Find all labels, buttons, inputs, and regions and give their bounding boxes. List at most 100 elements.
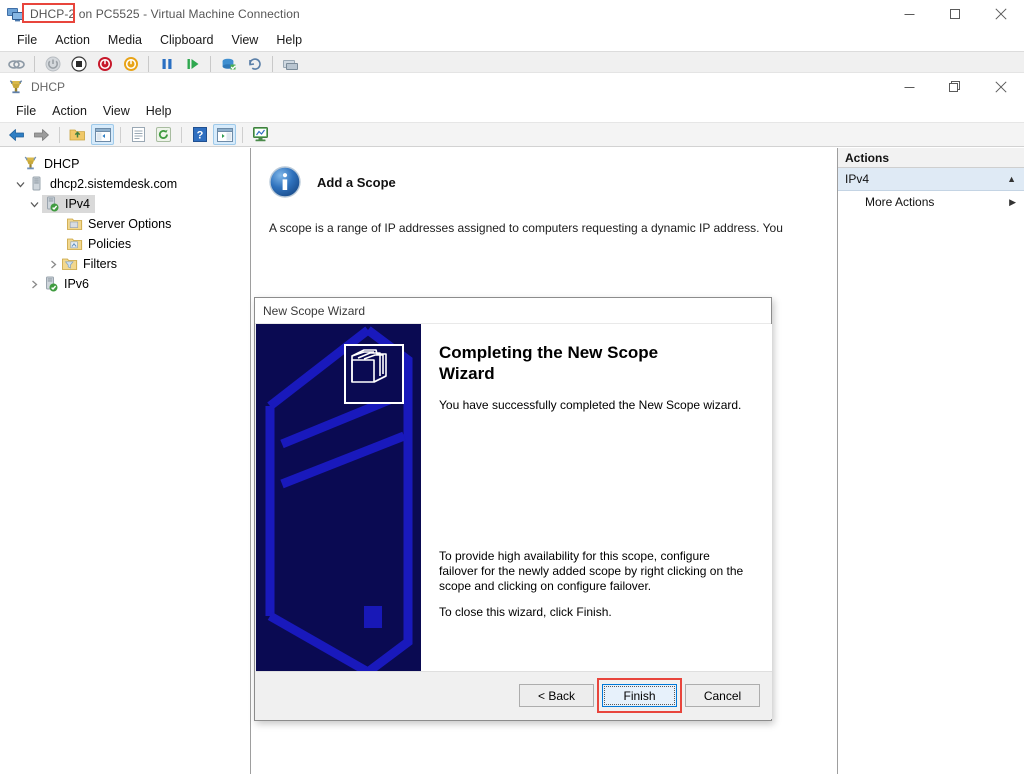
tree-expander-expanded[interactable] <box>26 196 42 212</box>
vm-menu-view[interactable]: View <box>222 31 267 49</box>
tree-item-ipv6[interactable]: IPv6 <box>0 274 250 294</box>
virtual-machine-connection-window: DHCP-2 on PC5525 - Virtual Machine Conne… <box>0 0 1024 774</box>
back-arrow-icon[interactable] <box>5 124 28 145</box>
wizard-paragraph-3: To close this wizard, click Finish. <box>439 605 612 619</box>
actions-group-ipv4[interactable]: IPv4 ▲ <box>838 168 1024 191</box>
scope-description: A scope is a range of IP addresses assig… <box>269 221 783 235</box>
show-hide-console-tree-icon[interactable] <box>91 124 114 145</box>
ipv6-icon <box>42 276 59 292</box>
export-list-icon[interactable] <box>249 124 272 145</box>
vm-titlebar: DHCP-2 on PC5525 - Virtual Machine Conne… <box>0 0 1024 28</box>
server-options-icon <box>66 216 83 232</box>
vm-minimize-button[interactable] <box>886 0 932 28</box>
actions-pane: Actions IPv4 ▲ More Actions ▶ <box>838 148 1024 774</box>
server-icon <box>28 176 45 192</box>
wizard-paragraph-2: To provide high availability for this sc… <box>439 549 744 593</box>
new-scope-wizard-dialog: New Scope Wizard Completing the New Scop… <box>254 297 772 721</box>
dhcp-menu-file[interactable]: File <box>8 102 44 120</box>
page-title: Add a Scope <box>317 174 396 190</box>
up-folder-icon[interactable] <box>66 124 89 145</box>
tree-item-label: IPv6 <box>64 277 90 291</box>
back-button[interactable]: < Back <box>519 684 594 707</box>
tree-item-label: Policies <box>88 237 132 251</box>
wizard-title: New Scope Wizard <box>263 303 366 318</box>
chevron-right-icon: ▶ <box>1009 196 1016 207</box>
dhcp-toolbar-separator <box>59 126 60 143</box>
dhcp-minimize-button[interactable] <box>886 73 932 101</box>
show-hide-action-pane-icon[interactable] <box>213 124 236 145</box>
toolbar-separator <box>34 56 35 72</box>
folders-icon <box>344 344 404 404</box>
wizard-footer: < Back Finish Cancel <box>256 671 772 719</box>
vm-close-button[interactable] <box>978 0 1024 28</box>
vm-menu-action[interactable]: Action <box>46 31 99 49</box>
dhcp-root-icon <box>22 156 39 172</box>
dhcp-caption-buttons <box>886 73 1024 100</box>
dhcp-icon <box>8 79 24 95</box>
dhcp-toolbar-separator-4 <box>242 126 243 143</box>
finish-button[interactable]: Finish <box>602 684 677 707</box>
dhcp-menu-help[interactable]: Help <box>138 102 180 120</box>
chevron-up-icon[interactable]: ▲ <box>1007 174 1016 184</box>
virtual-machine-icon <box>7 7 24 22</box>
dhcp-toolbar: ? <box>0 122 1024 147</box>
tree-item-dhcp[interactable]: DHCP <box>0 154 250 174</box>
help-icon[interactable]: ? <box>188 124 211 145</box>
dhcp-menu-view[interactable]: View <box>95 102 138 120</box>
dhcp-restore-button[interactable] <box>932 73 978 101</box>
console-tree-pane: DHCP dhcp2.sistemdesk.com IPv4 Server Op… <box>0 148 251 774</box>
vm-maximize-button[interactable] <box>932 0 978 28</box>
vm-menu-media[interactable]: Media <box>99 31 151 49</box>
filters-icon <box>61 256 78 272</box>
dhcp-titlebar: DHCP <box>0 73 1024 100</box>
vm-caption-buttons <box>886 0 1024 28</box>
tree-item-label: DHCP <box>44 157 80 171</box>
ipv4-icon <box>43 196 60 212</box>
dhcp-close-button[interactable] <box>978 73 1024 101</box>
tree-item-dhcp2-sistemdesk-com[interactable]: dhcp2.sistemdesk.com <box>0 174 250 194</box>
tree-item-selection: IPv4 <box>42 195 96 213</box>
info-icon <box>269 166 301 198</box>
dhcp-menubar: File Action View Help <box>0 100 1024 122</box>
toolbar-separator-4 <box>272 56 273 72</box>
policies-icon <box>66 236 83 252</box>
tree-item-server-options[interactable]: Server Options <box>0 214 250 234</box>
dhcp-toolbar-separator-3 <box>181 126 182 143</box>
dhcp-menu-action[interactable]: Action <box>44 102 95 120</box>
actions-group-label: IPv4 <box>845 172 870 186</box>
wizard-banner <box>256 324 421 672</box>
tree-expander-collapsed[interactable] <box>26 276 42 292</box>
vm-window-title-highlight: DHCP-2 <box>30 7 76 21</box>
vm-window-title-rest: on PC5525 - Virtual Machine Connection <box>75 7 300 21</box>
toolbar-separator-2 <box>148 56 149 72</box>
tree-expander-collapsed[interactable] <box>45 256 61 272</box>
tree-item-policies[interactable]: Policies <box>0 234 250 254</box>
vm-menu-help[interactable]: Help <box>267 31 311 49</box>
finish-button-wrapper: Finish <box>597 678 682 713</box>
vm-menu-clipboard[interactable]: Clipboard <box>151 31 223 49</box>
wizard-body: Completing the New Scope Wizard You have… <box>421 324 772 672</box>
action-more-actions[interactable]: More Actions ▶ <box>838 191 1024 213</box>
svg-text:?: ? <box>196 130 203 142</box>
properties-icon[interactable] <box>127 124 150 145</box>
actions-pane-header: Actions <box>838 148 1024 168</box>
wizard-heading: Completing the New Scope Wizard <box>439 343 659 383</box>
dhcp-console-window: DHCP File Action View Help ? DHCP dhcp2.… <box>0 72 1024 774</box>
tree-expander <box>6 156 22 172</box>
refresh-icon[interactable] <box>152 124 175 145</box>
cancel-button[interactable]: Cancel <box>685 684 760 707</box>
forward-arrow-icon[interactable] <box>30 124 53 145</box>
tree-item-label: IPv4 <box>65 197 91 211</box>
action-item-label: More Actions <box>865 195 935 209</box>
tree-item-label: Filters <box>83 257 118 271</box>
tree-expander-expanded[interactable] <box>12 176 28 192</box>
vm-menu-file[interactable]: File <box>8 31 46 49</box>
tree-item-ipv4[interactable]: IPv4 <box>0 194 250 214</box>
wizard-content: Completing the New Scope Wizard You have… <box>256 324 772 672</box>
tree-item-filters[interactable]: Filters <box>0 254 250 274</box>
tree-item-label: dhcp2.sistemdesk.com <box>50 177 178 191</box>
dhcp-window-title: DHCP <box>31 79 66 94</box>
wizard-paragraph-1: You have successfully completed the New … <box>439 398 742 412</box>
add-a-scope-header: Add a Scope <box>251 148 837 198</box>
toolbar-separator-3 <box>210 56 211 72</box>
